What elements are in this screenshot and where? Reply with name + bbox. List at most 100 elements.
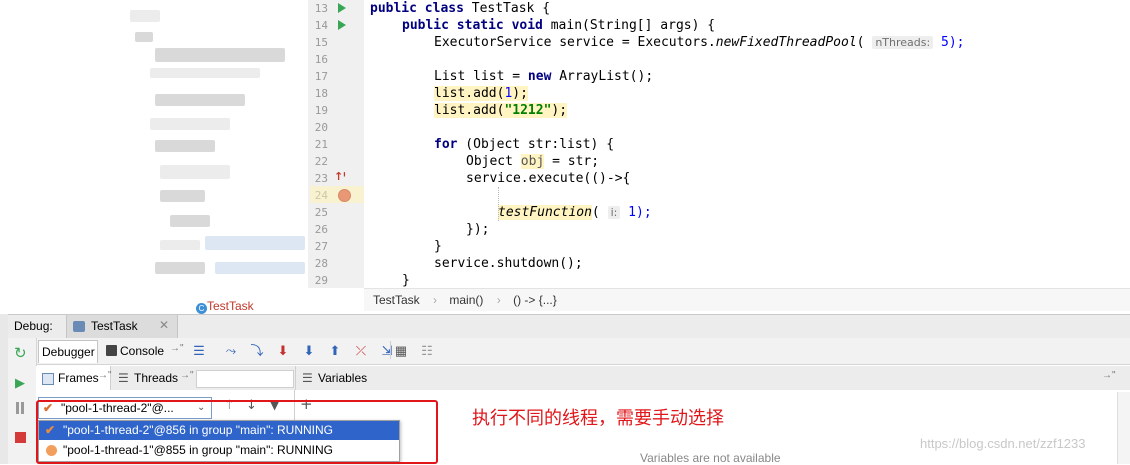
variables-icon: ☰ <box>302 371 313 385</box>
code-line-19: list.add("1212"); <box>434 103 568 118</box>
resume-icon[interactable]: ▶ <box>15 376 25 391</box>
class-c-icon: C <box>196 303 207 314</box>
drop-frame-icon[interactable]: ⤫ <box>352 341 370 361</box>
line-number: 19 <box>314 104 328 117</box>
blurred-row <box>155 48 285 62</box>
blurred-row <box>160 240 200 250</box>
blurred-row <box>150 118 230 130</box>
param-hint: i: <box>607 206 621 219</box>
code-line-13: public class TestTask { <box>370 1 551 16</box>
indent-guide <box>498 187 500 221</box>
evaluate-expression-icon[interactable]: ▦ <box>392 341 410 361</box>
blurred-row <box>155 94 245 106</box>
line-number: 27 <box>314 240 328 253</box>
line-number: 14 <box>314 19 328 32</box>
debugger-panel-headers: Frames →" ☰ Threads →" ☰ Variables →" <box>36 366 1130 391</box>
project-tree: C TestTask <box>0 0 308 314</box>
tab-console-label: Console <box>120 344 165 358</box>
show-execution-point-icon[interactable]: ⤳ <box>222 341 240 361</box>
editor-breadcrumb: TestTask › main() › () -> {...} <box>364 288 1130 311</box>
threads-filter-field[interactable] <box>196 370 294 388</box>
tab-threads[interactable]: ☰ Threads →" <box>112 366 194 390</box>
breadcrumb-item[interactable]: TestTask <box>373 293 420 307</box>
tab-frames[interactable]: Frames →" <box>36 366 112 390</box>
code-line-18: list.add(1); <box>434 86 528 101</box>
editor-gutter[interactable]: 1314151617181920212223242526272829 ↑ⁱ <box>308 0 365 288</box>
code-line-24: System.out.println(Thread.currentThread(… <box>498 188 913 203</box>
breadcrumb-item[interactable]: () -> {...} <box>513 293 557 307</box>
line-number: 18 <box>314 87 328 100</box>
stop-icon[interactable] <box>15 432 26 443</box>
frames-icon <box>42 373 54 385</box>
breadcrumb-item[interactable]: main() <box>449 293 483 307</box>
code-line-26: }); <box>466 222 490 237</box>
pin-icon[interactable]: →" <box>98 370 112 381</box>
blurred-row <box>170 215 210 227</box>
debug-tool-window-header: Debug: TestTask ✕ <box>8 314 1130 340</box>
line-number: 28 <box>314 257 328 270</box>
trace-icon[interactable]: ☷ <box>418 341 436 361</box>
scrollbar[interactable] <box>1117 392 1130 464</box>
tab-console[interactable]: Console →" <box>104 340 186 362</box>
lambda-breakpoint-icon[interactable]: ↑ⁱ <box>334 170 346 183</box>
code-line-23: service.execute(()->{ <box>466 171 631 186</box>
rerun-icon[interactable]: ↻ <box>14 344 27 362</box>
tab-variables[interactable]: ☰ Variables →" <box>295 366 1130 390</box>
toolbar-divider <box>390 341 391 359</box>
threads-icon: ☰ <box>118 371 129 385</box>
code-line-22: Object obj = str; <box>466 154 600 169</box>
tab-frames-label: Frames <box>58 371 99 385</box>
code-line-28: service.shutdown(); <box>434 256 583 271</box>
code-line-29: } <box>402 273 410 288</box>
line-number: 26 <box>314 223 328 236</box>
debug-session-label: TestTask <box>91 319 138 333</box>
project-file-label: TestTask <box>207 299 254 313</box>
line-number: 23 <box>314 172 328 185</box>
pause-icon[interactable] <box>16 402 19 414</box>
line-number: 22 <box>314 155 328 168</box>
line-number: 29 <box>314 274 328 287</box>
annotation-highlight-box <box>36 400 438 464</box>
menu-icon[interactable]: ☰ <box>190 341 208 361</box>
force-step-into-icon[interactable]: ⬇ <box>300 341 318 361</box>
step-out-icon[interactable]: ⬆ <box>326 341 344 361</box>
no-variables-message: Variables are not available <box>640 451 781 465</box>
blurred-row <box>130 10 160 22</box>
param-hint: nThreads: <box>872 36 934 49</box>
code-line-17: List list = new ArrayList(); <box>434 69 654 84</box>
tab-debug-session[interactable]: TestTask ✕ <box>66 315 178 339</box>
run-arrow-icon[interactable] <box>338 20 346 30</box>
code-line-15: ExecutorService service = Executors.newF… <box>434 35 965 50</box>
line-number: 20 <box>314 121 328 134</box>
line-number: 21 <box>314 138 328 151</box>
blurred-row <box>155 140 215 152</box>
line-number: 16 <box>314 53 328 66</box>
tab-debugger[interactable]: Debugger <box>38 340 98 363</box>
pin-icon[interactable]: →" <box>170 343 184 354</box>
line-number: 17 <box>314 70 328 83</box>
project-file-item[interactable]: C TestTask <box>196 299 254 314</box>
pause-icon <box>21 402 24 414</box>
tab-debugger-label: Debugger <box>42 345 95 359</box>
code-line-21: for (Object str:list) { <box>434 137 615 152</box>
debug-label: Debug: <box>14 319 53 333</box>
code-editor[interactable]: public class TestTask { public static vo… <box>364 0 1130 288</box>
line-number: 25 <box>314 206 328 219</box>
debug-side-toolbar: ↻ ▶ <box>8 338 37 464</box>
code-line-25: testFunction( i: 1); <box>498 205 652 220</box>
code-line-27: } <box>434 239 442 254</box>
blurred-row <box>215 262 305 274</box>
console-icon <box>106 345 117 356</box>
tab-threads-label: Threads <box>134 371 179 385</box>
run-arrow-icon[interactable] <box>338 3 346 13</box>
close-icon[interactable]: ✕ <box>159 318 169 332</box>
pin-icon[interactable]: →" <box>180 370 194 381</box>
step-over-icon[interactable]: ⤵ <box>248 341 266 361</box>
code-line-14: public static void main(String[] args) { <box>402 18 716 33</box>
pin-icon[interactable]: →" <box>1102 370 1116 381</box>
step-into-icon[interactable]: ⬇ <box>274 341 292 361</box>
annotation-text: 执行不同的线程，需要手动选择 <box>472 408 724 429</box>
blurred-row <box>160 165 230 179</box>
blurred-row <box>150 68 260 78</box>
blurred-row <box>160 190 205 202</box>
